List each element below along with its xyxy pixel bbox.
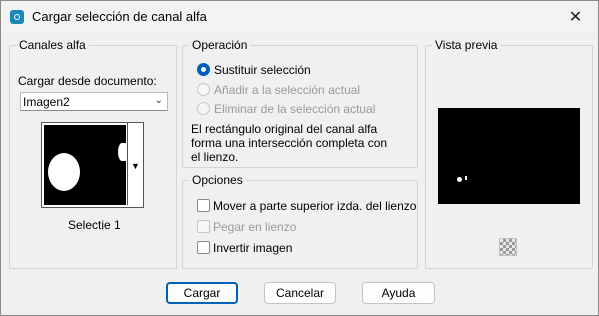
- document-select[interactable]: Imagen2 ⌄: [20, 92, 168, 111]
- triangle-down-icon: ▼: [131, 161, 140, 171]
- paste-canvas-label: Pegar en lienzo: [213, 220, 297, 234]
- opciones-group: Opciones Mover a parte superior izda. de…: [182, 173, 418, 269]
- title-bar: Cargar selección de canal alfa ✕: [1, 1, 598, 32]
- operacion-title: Operación: [189, 38, 251, 52]
- operation-description-line: El rectángulo original del canal alfa: [191, 122, 378, 136]
- remove-from-selection-label: Eliminar de la selección actual: [214, 102, 376, 116]
- ayuda-button[interactable]: Ayuda: [362, 282, 435, 304]
- invert-image-checkbox[interactable]: [197, 241, 210, 254]
- replace-selection-label: Sustituir selección: [214, 63, 311, 77]
- operation-description-line: forma una intersección completa con: [191, 136, 388, 150]
- camera-icon: [10, 10, 24, 24]
- channel-thumbnail-image: [44, 125, 126, 205]
- add-to-selection-label: Añadir a la selección actual: [214, 83, 361, 97]
- thumbnail-dropdown-button[interactable]: ▼: [127, 123, 143, 205]
- move-top-left-label: Mover a parte superior izda. del lienzo: [213, 199, 417, 213]
- cargar-button[interactable]: Cargar: [166, 282, 238, 304]
- preview-shape: [457, 177, 462, 182]
- checker-zoom-icon[interactable]: [499, 238, 517, 256]
- thumbnail-caption: Selectie 1: [68, 218, 121, 232]
- radio-remove-from-selection[interactable]: [197, 102, 210, 115]
- vista-previa-title: Vista previa: [432, 38, 501, 52]
- window-title: Cargar selección de canal alfa: [32, 9, 207, 24]
- radio-add-to-selection[interactable]: [197, 83, 210, 96]
- dialog-window: Cargar selección de canal alfa ✕ Canales…: [0, 0, 599, 316]
- document-select-value: Imagen2: [23, 95, 70, 109]
- close-button[interactable]: ✕: [553, 1, 598, 32]
- chevron-down-icon: ⌄: [154, 95, 163, 106]
- thumbnail-shape: [48, 153, 80, 191]
- move-top-left-checkbox[interactable]: [197, 199, 210, 212]
- channel-thumbnail[interactable]: ▼: [41, 122, 144, 208]
- vista-previa-group: Vista previa: [425, 38, 593, 269]
- load-from-document-label: Cargar desde documento:: [18, 74, 157, 88]
- preview-shape: [465, 176, 467, 180]
- operacion-group: Operación Sustituir selección Añadir a l…: [182, 38, 418, 168]
- radio-replace-selection[interactable]: [197, 63, 210, 76]
- operation-description-line: el lienzo.: [191, 150, 239, 164]
- thumbnail-shape: [118, 143, 126, 161]
- canales-alfa-group: Canales alfa Cargar desde documento: Ima…: [9, 38, 177, 269]
- canales-alfa-title: Canales alfa: [16, 38, 89, 52]
- paste-canvas-checkbox[interactable]: [197, 220, 210, 233]
- invert-image-label: Invertir imagen: [213, 241, 293, 255]
- opciones-title: Opciones: [189, 173, 246, 187]
- cancelar-button[interactable]: Cancelar: [264, 282, 336, 304]
- preview-image: [438, 108, 580, 204]
